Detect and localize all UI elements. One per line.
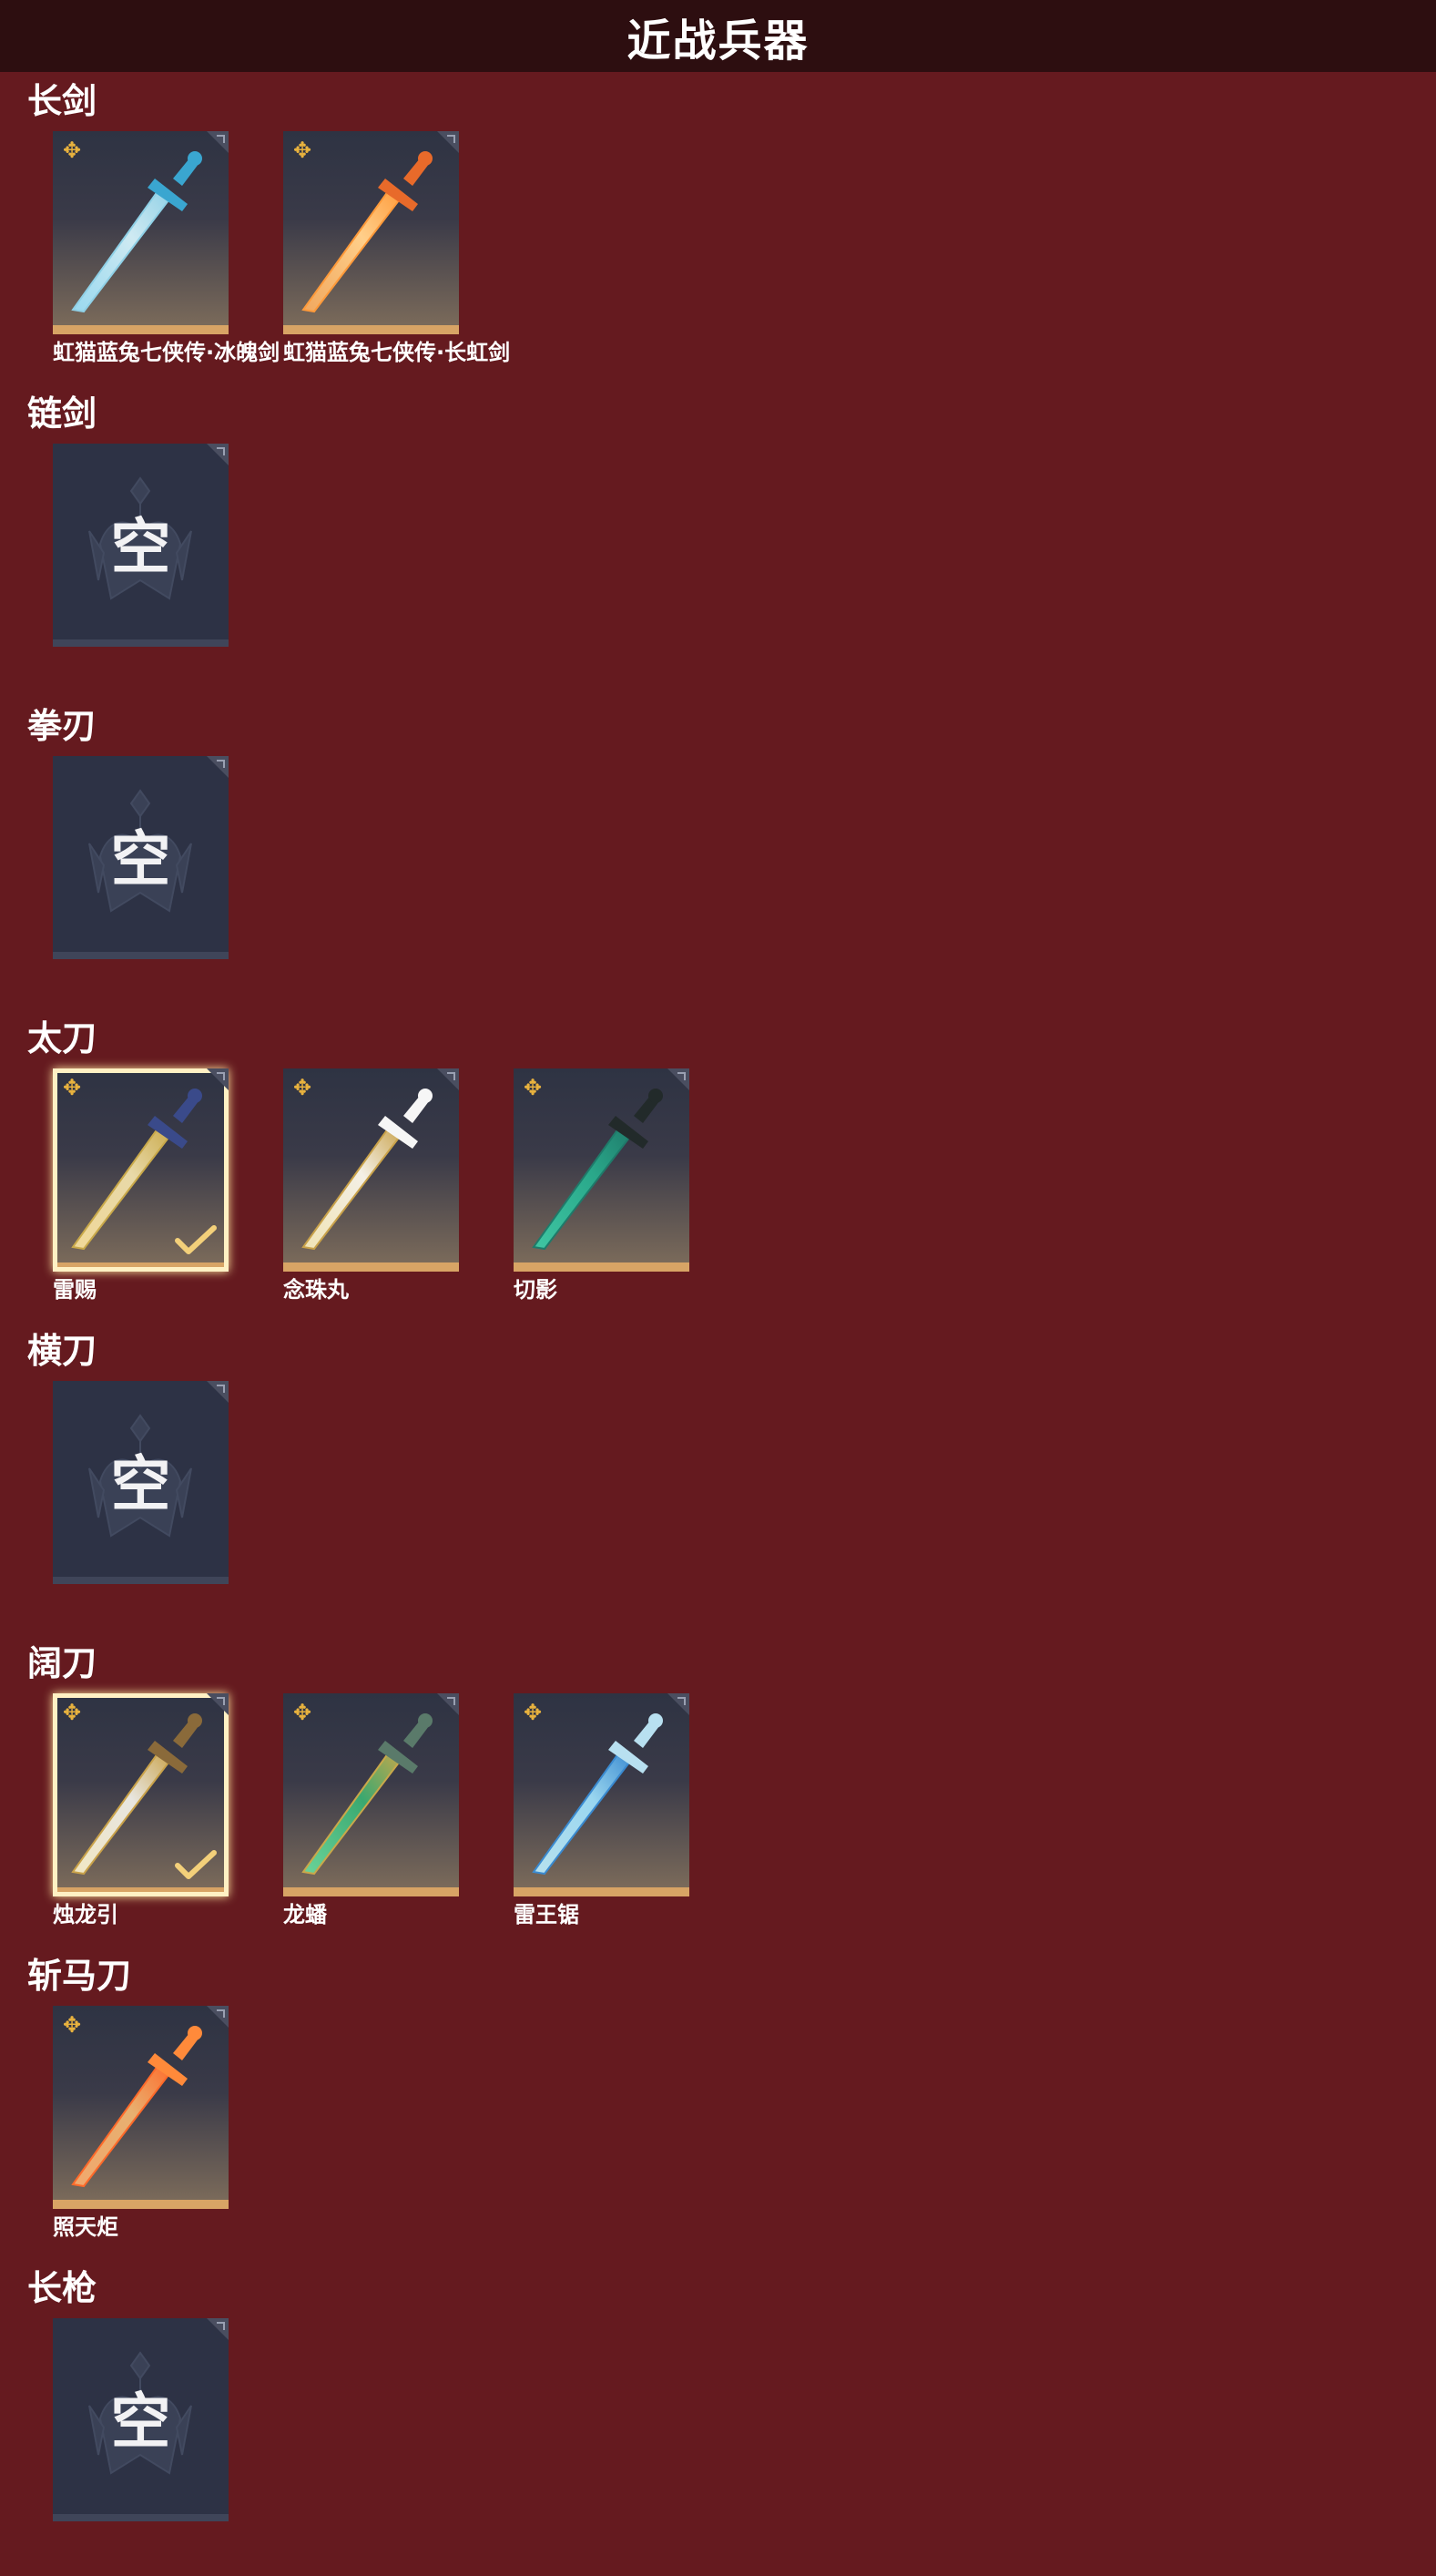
weapon-name: 虹猫蓝兔七侠传·冰魄剑 [53, 340, 280, 365]
empty-slot-tile[interactable]: 空 [53, 444, 229, 647]
star-rarity-icon: ✥ [292, 138, 312, 163]
category-title: 斩马刀 [27, 1956, 132, 1996]
weapon-card-list: ✥ 虹猫蓝兔七侠传·冰魄剑 ✥ 虹猫蓝兔七侠传·长虹剑 [53, 131, 1419, 377]
category-title: 太刀 [27, 1018, 97, 1058]
weapon-tile[interactable]: ✥ [283, 131, 459, 334]
weapon-card[interactable]: ✥ 虹猫蓝兔七侠传·长虹剑 [283, 131, 511, 367]
weapon-tile[interactable]: ✥ [283, 1068, 459, 1272]
weapon-tile[interactable]: ✥ [53, 1068, 229, 1272]
weapon-card-list: ✥ 雷赐 ✥ 念珠丸 ✥ 切影 [53, 1068, 1419, 1314]
weapon-tile[interactable]: ✥ [53, 2006, 229, 2209]
weapon-name: 虹猫蓝兔七侠传·长虹剑 [283, 340, 511, 365]
empty-slot-tile[interactable]: 空 [53, 756, 229, 959]
category-title: 阔刀 [27, 1643, 97, 1683]
weapon-category-section: 长剑 ✥ 虹猫蓝兔七侠传·冰魄剑 ✥ 虹猫蓝兔七侠传·长虹剑 [0, 78, 1436, 379]
weapon-name: 雷王锯 [514, 1902, 579, 1927]
checkmark-icon [175, 1225, 217, 1254]
star-rarity-icon: ✥ [292, 1700, 312, 1725]
star-rarity-icon: ✥ [62, 2012, 82, 2038]
category-title: 长剑 [27, 81, 97, 121]
weapon-tile[interactable]: ✥ [53, 1693, 229, 1896]
weapon-tile[interactable]: ✥ [283, 1693, 459, 1896]
star-rarity-icon: ✥ [62, 1075, 82, 1100]
weapon-category-section: 斩马刀 ✥ 照天炬 [0, 1953, 1436, 2254]
star-rarity-icon: ✥ [62, 1700, 82, 1725]
weapon-name: 烛龙引 [53, 1902, 118, 1927]
weapon-category-section: 横刀 空 [0, 1328, 1436, 1629]
weapon-card[interactable]: ✥ 照天炬 [53, 2006, 229, 2242]
weapon-card-list: ✥ 烛龙引 ✥ 龙蟠 ✥ 雷王锯 [53, 1693, 1419, 1939]
empty-slot-tile[interactable]: 空 [53, 1381, 229, 1584]
weapon-category-section: 太刀 ✥ 雷赐 ✥ 念珠丸 ✥ 切影 [0, 1016, 1436, 1316]
weapon-card[interactable]: ✥ 切影 [514, 1068, 689, 1304]
weapon-tile[interactable]: ✥ [53, 131, 229, 334]
weapon-tile[interactable]: ✥ [514, 1693, 689, 1896]
weapon-category-section: 长枪 空 [0, 2265, 1436, 2566]
weapon-card-list: 空 [53, 2318, 1419, 2564]
weapon-card[interactable]: ✥ 虹猫蓝兔七侠传·冰魄剑 [53, 131, 280, 367]
empty-slot-label: 空 [110, 2386, 171, 2457]
weapon-category-section: 链剑 空 [0, 391, 1436, 691]
weapon-card-list: 空 [53, 1381, 1419, 1627]
star-rarity-icon: ✥ [523, 1700, 543, 1725]
empty-slot-label: 空 [110, 1448, 171, 1519]
star-rarity-icon: ✥ [523, 1075, 543, 1100]
category-title: 链剑 [27, 394, 97, 434]
star-rarity-icon: ✥ [292, 1075, 312, 1100]
weapon-card[interactable]: ✥ 雷赐 [53, 1068, 229, 1304]
weapon-card-list: ✥ 照天炬 [53, 2006, 1419, 2252]
page-title: 近战兵器 [626, 15, 810, 66]
category-title: 横刀 [27, 1331, 97, 1371]
empty-weapon-slot[interactable]: 空 [53, 444, 229, 647]
weapon-card[interactable]: ✥ 雷王锯 [514, 1693, 689, 1929]
star-rarity-icon: ✥ [62, 138, 82, 163]
empty-weapon-slot[interactable]: 空 [53, 756, 229, 959]
empty-weapon-slot[interactable]: 空 [53, 1381, 229, 1584]
empty-slot-tile[interactable]: 空 [53, 2318, 229, 2521]
category-title: 长枪 [27, 2268, 97, 2308]
empty-weapon-slot[interactable]: 空 [53, 2318, 229, 2521]
empty-slot-label: 空 [110, 823, 171, 894]
weapon-card[interactable]: ✥ 念珠丸 [283, 1068, 459, 1304]
page-header: 近战兵器 [0, 0, 1436, 72]
weapon-name: 念珠丸 [283, 1277, 349, 1303]
weapon-name: 照天炬 [53, 2214, 118, 2240]
weapon-card[interactable]: ✥ 龙蟠 [283, 1693, 459, 1929]
checkmark-icon [175, 1850, 217, 1879]
empty-slot-label: 空 [110, 511, 171, 582]
category-title: 拳刃 [27, 706, 97, 746]
weapon-name: 龙蟠 [283, 1902, 327, 1927]
weapon-card-list: 空 [53, 444, 1419, 690]
weapon-category-section: 拳刃 空 [0, 703, 1436, 1004]
weapon-card-list: 空 [53, 756, 1419, 1002]
weapon-tile[interactable]: ✥ [514, 1068, 689, 1272]
weapon-name: 切影 [514, 1277, 557, 1303]
weapon-card[interactable]: ✥ 烛龙引 [53, 1693, 229, 1929]
weapon-name: 雷赐 [53, 1277, 97, 1303]
weapon-category-section: 阔刀 ✥ 烛龙引 ✥ 龙蟠 ✥ 雷王锯 [0, 1641, 1436, 1941]
